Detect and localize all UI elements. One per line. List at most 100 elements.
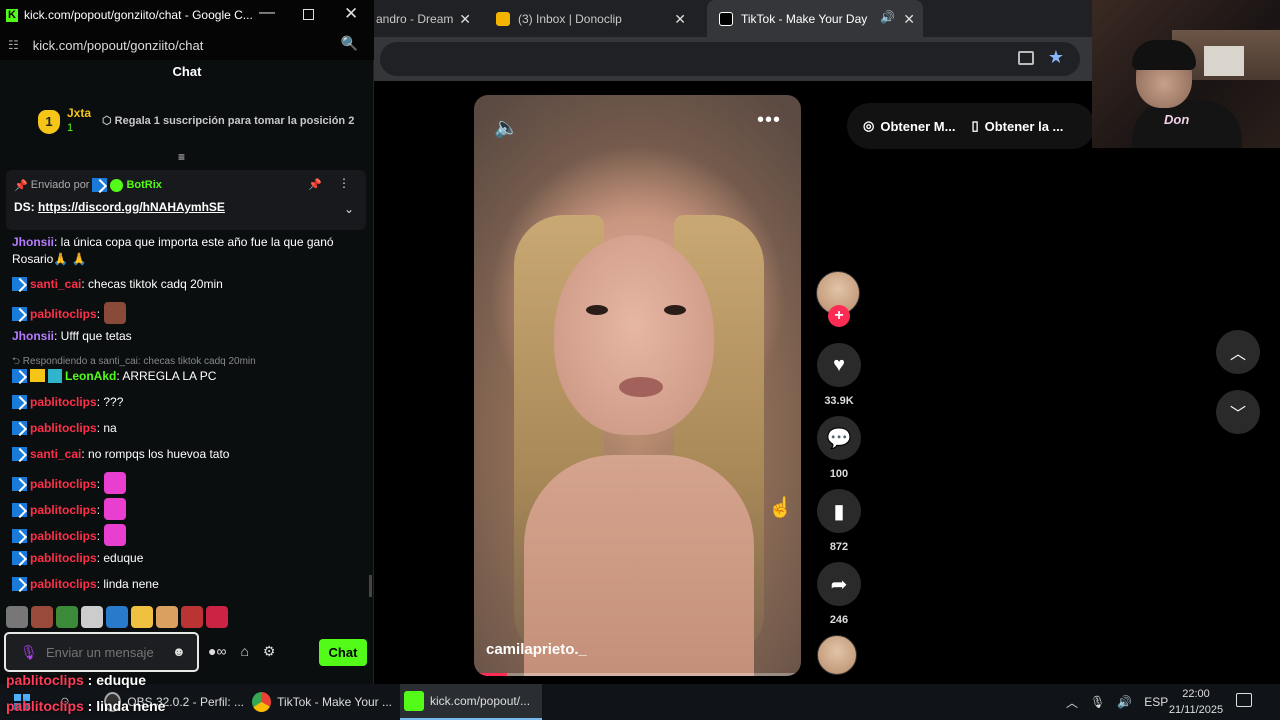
emote-button[interactable] bbox=[6, 606, 28, 628]
clock[interactable]: 22:00 21/11/2025 bbox=[1164, 686, 1228, 718]
more-vertical-icon[interactable]: ⋮ bbox=[338, 176, 350, 190]
chat-message[interactable]: santi_cai: checas tiktok cadq 20min bbox=[12, 276, 352, 293]
bookmark-icon[interactable]: ▮ bbox=[817, 489, 861, 533]
share-arrow-icon[interactable]: ➦ bbox=[817, 562, 861, 606]
emote-button[interactable] bbox=[156, 606, 178, 628]
more-options-icon[interactable]: ••• bbox=[757, 109, 781, 132]
chat-message[interactable]: pablitoclips: bbox=[12, 472, 352, 494]
chat-username[interactable]: pablitoclips bbox=[30, 307, 97, 321]
previous-video-button[interactable]: ︿ bbox=[1216, 330, 1260, 374]
search-icon[interactable]: 🔍 bbox=[341, 35, 358, 52]
taskbar-chrome-tiktok[interactable]: TikTok - Make Your ... bbox=[252, 684, 392, 720]
chevron-up-icon[interactable]: ︿ bbox=[1066, 694, 1078, 711]
gear-icon[interactable]: ⚙ bbox=[263, 643, 276, 660]
chat-username[interactable]: santi_cai bbox=[30, 277, 81, 291]
bookmark-star-icon[interactable]: ★ bbox=[1048, 47, 1064, 68]
tab-dream[interactable]: andro - Dream ✕ bbox=[374, 0, 479, 37]
heart-icon[interactable]: ♥ bbox=[817, 343, 861, 387]
unpin-icon[interactable]: 📌 bbox=[308, 178, 322, 191]
pinned-author[interactable]: BotRix bbox=[126, 179, 161, 191]
maximize-button[interactable] bbox=[303, 9, 314, 20]
comment-icon[interactable]: 💬 bbox=[817, 416, 861, 460]
popout-url-bar[interactable]: ☷ kick.com/popout/gonziito/chat 🔍 bbox=[0, 30, 374, 60]
chat-username[interactable]: pablitoclips bbox=[30, 395, 97, 409]
chat-username[interactable]: pablitoclips bbox=[30, 529, 97, 543]
chat-username[interactable]: pablitoclips bbox=[30, 421, 97, 435]
store-icon[interactable]: ⌂ bbox=[240, 643, 248, 660]
emote-button[interactable] bbox=[106, 606, 128, 628]
gift-leaderboard[interactable]: 1 Jxta 1 Regala 1 suscripción para tomar… bbox=[38, 104, 358, 140]
emote-button[interactable] bbox=[56, 606, 78, 628]
window-titlebar[interactable]: K kick.com/popout/gonziito/chat - Google… bbox=[0, 0, 374, 30]
close-icon[interactable]: ✕ bbox=[674, 11, 686, 28]
microphone-icon[interactable]: 🎙 bbox=[20, 644, 38, 661]
notification-icon[interactable] bbox=[1236, 693, 1252, 707]
kick-badge-icon bbox=[12, 395, 27, 409]
microphone-icon[interactable]: 🎙 bbox=[1090, 695, 1105, 709]
chat-message[interactable]: pablitoclips: bbox=[12, 302, 352, 324]
get-app-button[interactable]: Obtener M... bbox=[880, 119, 955, 134]
emote-button[interactable] bbox=[31, 606, 53, 628]
install-app-icon[interactable] bbox=[1018, 51, 1034, 65]
volume-icon[interactable]: 🔊 bbox=[1117, 695, 1132, 709]
video-player[interactable]: 🔈 ••• camilaprieto._ ☝ bbox=[474, 95, 801, 676]
chat-message[interactable]: pablitoclips: na bbox=[12, 420, 352, 437]
chat-message[interactable]: pablitoclips: bbox=[12, 524, 352, 546]
chat-input-box[interactable]: 🎙 ☻ bbox=[4, 632, 199, 672]
emote-button[interactable] bbox=[181, 606, 203, 628]
emoji-icon[interactable]: ☻ bbox=[172, 644, 186, 659]
chat-username[interactable]: LeonAkd bbox=[65, 369, 116, 383]
close-icon[interactable]: ✕ bbox=[459, 11, 471, 28]
volume-icon[interactable]: 🔈 bbox=[494, 115, 519, 140]
discord-link[interactable]: https://discord.gg/hNAHAymhSE bbox=[38, 200, 225, 214]
emote-button[interactable] bbox=[131, 606, 153, 628]
address-bar[interactable]: ★ bbox=[380, 42, 1080, 76]
close-icon[interactable]: ✕ bbox=[903, 11, 915, 28]
mouse-cursor-icon: ☝ bbox=[768, 497, 793, 519]
tab-tiktok[interactable]: TikTok - Make Your Day 🔊 ✕ bbox=[707, 0, 923, 37]
share-count: 246 bbox=[829, 614, 849, 626]
site-settings-icon[interactable]: ☷ bbox=[8, 38, 19, 52]
chat-username[interactable]: pablitoclips bbox=[30, 477, 97, 491]
chat-message[interactable]: Jhonsii: Ufff que tetas bbox=[12, 328, 352, 345]
share-action[interactable]: ➦ 246 bbox=[816, 562, 862, 626]
tab-donoclip[interactable]: (3) Inbox | Donoclip ✕ bbox=[484, 0, 694, 37]
send-chat-button[interactable]: Chat bbox=[319, 639, 367, 666]
chat-username[interactable]: pablitoclips bbox=[30, 503, 97, 517]
close-window-button[interactable]: ✕ bbox=[344, 4, 358, 24]
save-action[interactable]: ▮ 872 bbox=[816, 489, 862, 553]
chat-username[interactable]: santi_cai bbox=[30, 447, 81, 461]
video-username[interactable]: camilaprieto._ bbox=[486, 641, 587, 658]
video-progress[interactable] bbox=[474, 673, 801, 676]
kicks-icon[interactable]: ●∞ bbox=[208, 643, 226, 660]
chat-tools: ●∞ ⌂ ⚙ bbox=[208, 643, 275, 660]
next-video-button[interactable]: ﹀ bbox=[1216, 390, 1260, 434]
taskbar-chrome-kick[interactable]: kick.com/popout/... bbox=[400, 684, 542, 720]
follow-button[interactable]: + bbox=[828, 305, 850, 327]
chat-username[interactable]: Jhonsii bbox=[12, 329, 54, 343]
tab-title: TikTok - Make Your Day bbox=[741, 11, 868, 26]
chevron-down-icon[interactable]: ⌄ bbox=[344, 202, 354, 216]
get-mobile-button[interactable]: Obtener la ... bbox=[985, 119, 1064, 134]
pinned-message[interactable]: 📌 Enviado por BotRix 📌 ⋮ DS: https://dis… bbox=[6, 170, 366, 230]
minimize-button[interactable]: — bbox=[259, 4, 275, 22]
chat-message[interactable]: pablitoclips: linda nene bbox=[12, 576, 352, 593]
emote-button[interactable] bbox=[81, 606, 103, 628]
chat-message[interactable]: pablitoclips: bbox=[12, 498, 352, 520]
chat-username[interactable]: pablitoclips bbox=[30, 551, 97, 565]
sound-avatar[interactable] bbox=[817, 635, 857, 675]
speaker-icon[interactable]: 🔊 bbox=[880, 10, 895, 24]
like-action[interactable]: ♥ 33.9K bbox=[816, 343, 862, 407]
comment-action[interactable]: 💬 100 bbox=[816, 416, 862, 480]
chat-message[interactable]: pablitoclips: eduque bbox=[12, 550, 352, 567]
chat-scrollbar[interactable] bbox=[369, 575, 372, 597]
chat-username[interactable]: pablitoclips bbox=[30, 577, 97, 591]
video-frame bbox=[554, 235, 714, 435]
collapse-lines-icon[interactable]: ≡ bbox=[178, 150, 185, 164]
chat-input[interactable] bbox=[46, 642, 166, 662]
chat-username[interactable]: Jhonsii bbox=[12, 235, 54, 249]
chat-message[interactable]: pablitoclips: ??? bbox=[12, 394, 352, 411]
chat-message[interactable]: santi_cai: no rompqs los huevoa tato bbox=[12, 446, 352, 463]
emote-button[interactable] bbox=[206, 606, 228, 628]
chat-message[interactable]: Jhonsii: la única copa que importa este … bbox=[12, 234, 352, 268]
